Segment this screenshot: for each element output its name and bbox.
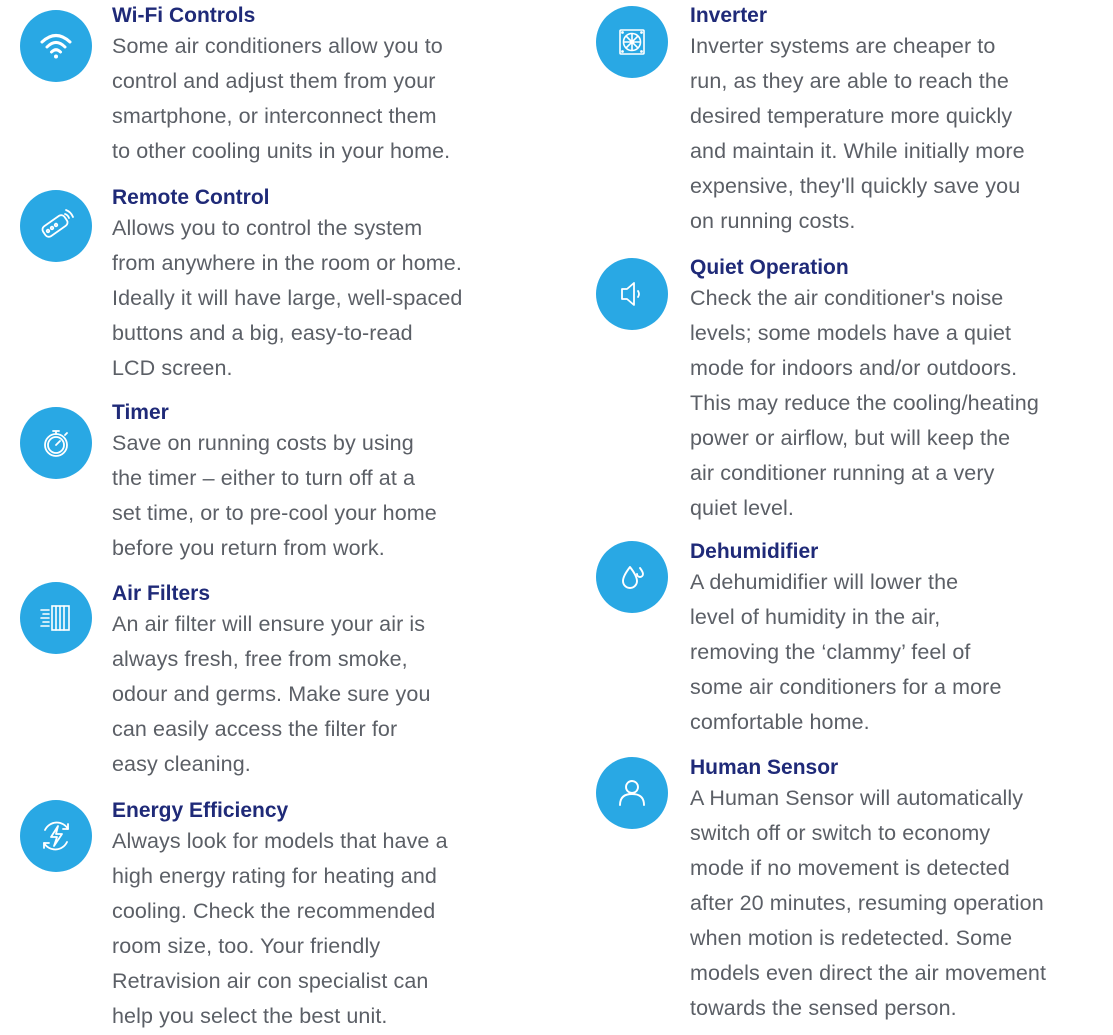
feature-wifi-controls: Wi-Fi Controls Some air conditioners all… xyxy=(0,0,560,175)
description-line: expensive, they'll quickly save you xyxy=(690,174,1021,198)
feature-title: Energy Efficiency xyxy=(112,799,289,822)
description-line: Ideally it will have large, well-spaced xyxy=(112,286,463,310)
feature-timer: Timer Save on running costs by using the… xyxy=(0,397,560,567)
air-filter-icon xyxy=(20,582,92,654)
description-line: Inverter systems are cheaper to xyxy=(690,34,996,58)
description-line: always fresh, free from smoke, xyxy=(112,647,408,671)
description-line: to other cooling units in your home. xyxy=(112,139,451,163)
description-line: can easily access the filter for xyxy=(112,717,398,741)
description-line: cooling. Check the recommended xyxy=(112,899,436,923)
description-line: Save on running costs by using xyxy=(112,431,414,455)
feature-description: A Human Sensor will automatically switch… xyxy=(690,781,1046,1026)
feature-description: Always look for models that have a high … xyxy=(112,824,448,1034)
description-line: after 20 minutes, resuming operation xyxy=(690,891,1044,915)
feature-description: An air filter will ensure your air is al… xyxy=(112,607,431,782)
description-line: power or airflow, but will keep the xyxy=(690,426,1011,450)
description-line: buttons and a big, easy-to-read xyxy=(112,321,413,345)
description-line: run, as they are able to reach the xyxy=(690,69,1009,93)
water-drops-icon xyxy=(596,541,668,613)
feature-title: Inverter xyxy=(690,4,768,27)
description-line: level of humidity in the air, xyxy=(690,605,941,629)
description-line: room size, too. Your friendly xyxy=(112,934,381,958)
description-line: high energy rating for heating and xyxy=(112,864,437,888)
description-line: A dehumidifier will lower the xyxy=(690,570,959,594)
description-line: air conditioner running at a very xyxy=(690,461,995,485)
feature-description: Allows you to control the system from an… xyxy=(112,211,462,386)
description-line: on running costs. xyxy=(690,209,856,233)
feature-title: Quiet Operation xyxy=(690,256,849,279)
description-line: Check the air conditioner's noise xyxy=(690,286,1004,310)
remote-control-icon xyxy=(20,190,92,262)
description-line: removing the ‘clammy’ feel of xyxy=(690,640,971,664)
stopwatch-icon xyxy=(20,407,92,479)
description-line: and maintain it. While initially more xyxy=(690,139,1025,163)
description-line: some air conditioners for a more xyxy=(690,675,1002,699)
description-line: An air filter will ensure your air is xyxy=(112,612,426,636)
description-line: levels; some models have a quiet xyxy=(690,321,1012,345)
description-line: mode for indoors and/or outdoors. xyxy=(690,356,1018,380)
description-line: models even direct the air movement xyxy=(690,961,1047,985)
feature-title: Air Filters xyxy=(112,582,211,605)
description-line: This may reduce the cooling/heating xyxy=(690,391,1039,415)
feature-description: Save on running costs by using the timer… xyxy=(112,426,437,566)
feature-title: Wi-Fi Controls xyxy=(112,4,256,27)
description-line: odour and germs. Make sure you xyxy=(112,682,431,706)
description-line: towards the sensed person. xyxy=(690,996,957,1020)
feature-dehumidifier: Dehumidifier A dehumidifier will lower t… xyxy=(580,536,1113,746)
energy-efficiency-icon xyxy=(20,800,92,872)
feature-description: A dehumidifier will lower the level of h… xyxy=(690,565,1002,740)
speaker-quiet-icon xyxy=(596,258,668,330)
feature-air-filters: Air Filters An air filter will ensure yo… xyxy=(0,578,560,788)
feature-title: Remote Control xyxy=(112,186,270,209)
description-line: the timer – either to turn off at a xyxy=(112,466,416,490)
description-line: switch off or switch to economy xyxy=(690,821,991,845)
description-line: comfortable home. xyxy=(690,710,870,734)
description-line: control and adjust them from your xyxy=(112,69,436,93)
description-line: smartphone, or interconnect them xyxy=(112,104,437,128)
feature-remote-control: Remote Control Allows you to control the… xyxy=(0,182,560,392)
feature-title: Timer xyxy=(112,401,169,424)
description-line: Always look for models that have a xyxy=(112,829,448,853)
feature-description: Check the air conditioner's noise levels… xyxy=(690,281,1039,526)
description-line: set time, or to pre-cool your home xyxy=(112,501,437,525)
description-line: help you select the best unit. xyxy=(112,1004,388,1028)
description-line: A Human Sensor will automatically xyxy=(690,786,1024,810)
description-line: mode if no movement is detected xyxy=(690,856,1010,880)
inverter-fan-icon xyxy=(596,6,668,78)
description-line: Retravision air con specialist can xyxy=(112,969,429,993)
feature-description: Inverter systems are cheaper to run, as … xyxy=(690,29,1025,239)
description-line: before you return from work. xyxy=(112,536,385,560)
description-line: Allows you to control the system xyxy=(112,216,423,240)
feature-inverter: Inverter Inverter systems are cheaper to… xyxy=(580,0,1113,245)
feature-quiet-operation: Quiet Operation Check the air conditione… xyxy=(580,252,1113,532)
wifi-icon xyxy=(20,10,92,82)
person-icon xyxy=(596,757,668,829)
description-line: LCD screen. xyxy=(112,356,233,380)
feature-energy-efficiency: Energy Efficiency Always look for models… xyxy=(0,795,560,1035)
feature-human-sensor: Human Sensor A Human Sensor will automat… xyxy=(580,752,1113,1035)
description-line: quiet level. xyxy=(690,496,794,520)
description-line: from anywhere in the room or home. xyxy=(112,251,462,275)
description-line: when motion is redetected. Some xyxy=(690,926,1013,950)
feature-title: Human Sensor xyxy=(690,756,839,779)
feature-title: Dehumidifier xyxy=(690,540,819,563)
description-line: easy cleaning. xyxy=(112,752,251,776)
description-line: desired temperature more quickly xyxy=(690,104,1013,128)
feature-description: Some air conditioners allow you to contr… xyxy=(112,29,450,169)
description-line: Some air conditioners allow you to xyxy=(112,34,443,58)
